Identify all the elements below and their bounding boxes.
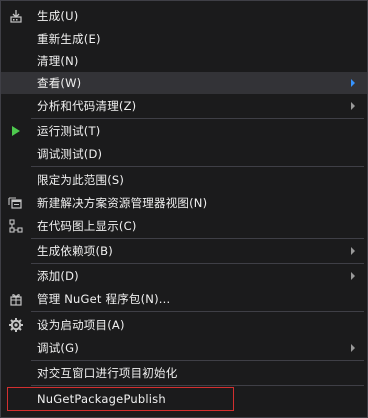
menu-item-set-startup-label: 设为启动项目(A) [37, 318, 125, 332]
menu-item-run-tests-label: 运行测试(T) [37, 124, 101, 138]
menu-item-new-solution-view-label: 新建解决方案资源管理器视图(N) [37, 196, 208, 210]
menu-item-view[interactable]: 查看(W) [1, 72, 367, 94]
separator [31, 118, 364, 119]
project-context-menu: 生成(U) 重新生成(E) 清理(N) 查看(W) 分析和代码清理(Z) 运行测… [0, 0, 368, 418]
menu-item-view-label: 查看(W) [37, 76, 82, 90]
menu-item-debug-tests-label: 调试测试(D) [37, 147, 103, 161]
menu-item-show-on-code-map[interactable]: 在代码图上显示(C) [1, 215, 367, 237]
separator [31, 263, 364, 264]
separator [31, 360, 364, 361]
menu-item-rebuild[interactable]: 重新生成(E) [1, 28, 367, 50]
menu-item-build[interactable]: 生成(U) [1, 5, 367, 27]
menu-item-clean[interactable]: 清理(N) [1, 50, 367, 72]
menu-item-debug-label: 调试(G) [37, 341, 79, 355]
menu-item-scope-label: 限定为此范围(S) [37, 173, 125, 187]
menu-item-build-dependencies-label: 生成依赖项(B) [37, 244, 113, 258]
nuget-package-icon [1, 288, 31, 310]
menu-item-manage-nuget-label: 管理 NuGet 程序包(N)... [37, 292, 171, 306]
menu-item-rebuild-label: 重新生成(E) [37, 32, 101, 46]
separator [31, 385, 364, 386]
submenu-arrow-icon [351, 344, 355, 352]
separator [31, 311, 364, 312]
code-map-icon [1, 215, 31, 237]
new-window-icon [1, 192, 31, 214]
menu-item-show-on-code-map-label: 在代码图上显示(C) [37, 219, 137, 233]
submenu-arrow-icon [351, 102, 355, 110]
submenu-arrow-icon [351, 247, 355, 255]
menu-item-clean-label: 清理(N) [37, 54, 79, 68]
menu-item-new-solution-view[interactable]: 新建解决方案资源管理器视图(N) [1, 192, 367, 214]
menu-item-analyze-label: 分析和代码清理(Z) [37, 99, 137, 113]
menu-item-analyze[interactable]: 分析和代码清理(Z) [1, 95, 367, 117]
menu-item-manage-nuget[interactable]: 管理 NuGet 程序包(N)... [1, 288, 367, 310]
menu-item-scope[interactable]: 限定为此范围(S) [1, 169, 367, 191]
menu-item-run-tests[interactable]: 运行测试(T) [1, 120, 367, 142]
menu-item-init-interactive-label: 对交互窗口进行项目初始化 [37, 366, 178, 380]
menu-item-debug[interactable]: 调试(G) [1, 337, 367, 359]
menu-item-set-startup[interactable]: 设为启动项目(A) [1, 314, 367, 336]
separator [31, 166, 364, 167]
menu-item-build-label: 生成(U) [37, 9, 79, 23]
menu-item-debug-tests[interactable]: 调试测试(D) [1, 143, 367, 165]
submenu-arrow-icon [351, 79, 355, 87]
build-icon [1, 5, 31, 27]
menu-item-init-interactive[interactable]: 对交互窗口进行项目初始化 [1, 362, 367, 384]
menu-item-build-dependencies[interactable]: 生成依赖项(B) [1, 240, 367, 262]
menu-item-add-label: 添加(D) [37, 269, 79, 283]
submenu-arrow-icon [351, 272, 355, 280]
highlight-box [7, 387, 234, 411]
play-icon [1, 120, 31, 142]
menu-item-add[interactable]: 添加(D) [1, 265, 367, 287]
gear-icon [1, 314, 31, 336]
separator [31, 238, 364, 239]
